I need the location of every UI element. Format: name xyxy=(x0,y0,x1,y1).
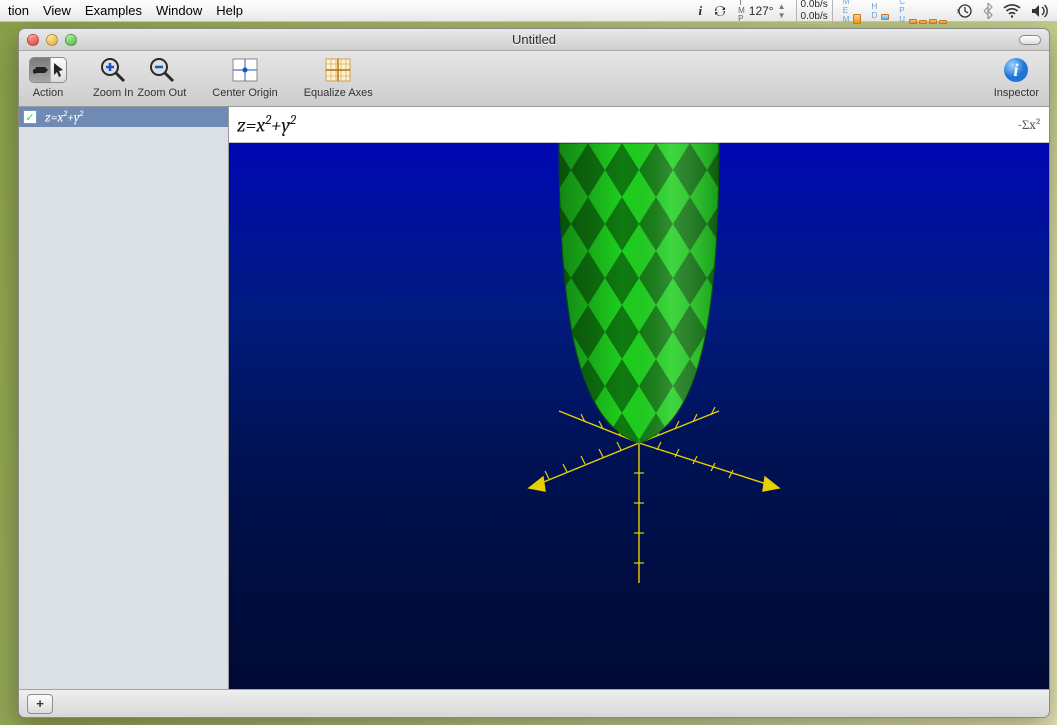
add-equation-button[interactable]: + xyxy=(27,694,53,714)
action-label: Action xyxy=(33,87,64,99)
menu-item[interactable]: Examples xyxy=(85,3,142,18)
zoom-out-label: Zoom Out xyxy=(137,87,186,99)
paraboloid-surface xyxy=(559,143,719,443)
window-title: Untitled xyxy=(19,32,1049,47)
menu-item[interactable]: tion xyxy=(8,3,29,18)
equation-list-item[interactable]: ✓ z=x2+y2 xyxy=(19,107,228,127)
system-menu-bar: tion View Examples Window Help i TMP 127… xyxy=(0,0,1057,22)
menu-item[interactable]: Help xyxy=(216,3,243,18)
inspector-icon: i xyxy=(997,55,1035,85)
bottom-bar: + xyxy=(19,689,1049,717)
toolbar: Action Zoom In Zoom Out Center Origin xyxy=(19,51,1049,107)
net-up: 0.0b/s xyxy=(801,0,828,11)
pointer-tool-icon[interactable] xyxy=(51,58,66,82)
formula-display[interactable]: z=x2+y2 xyxy=(237,113,296,137)
equation-formula: z=x2+y2 xyxy=(45,109,83,125)
equation-sidebar: ✓ z=x2+y2 xyxy=(19,107,229,689)
time-machine-icon[interactable] xyxy=(957,3,973,19)
equalize-axes-label: Equalize Axes xyxy=(304,87,373,99)
network-widget[interactable]: 0.0b/s 0.0b/s xyxy=(796,0,833,24)
cpu-widget[interactable]: CPU xyxy=(899,0,947,24)
equalize-axes-icon xyxy=(319,55,357,85)
zoom-out-icon xyxy=(143,55,181,85)
action-button[interactable]: Action xyxy=(29,55,67,99)
title-bar[interactable]: Untitled xyxy=(19,29,1049,51)
app-window: Untitled Action Zoom xyxy=(18,28,1050,718)
menu-items: tion View Examples Window Help xyxy=(8,3,243,18)
zoom-out-button[interactable]: Zoom Out xyxy=(137,55,186,99)
sigma-toggle-button[interactable]: -Σx² xyxy=(1018,117,1041,133)
sync-icon[interactable] xyxy=(712,3,728,19)
disk-widget[interactable]: HD xyxy=(871,2,889,20)
zoom-in-icon xyxy=(94,55,132,85)
volume-icon[interactable] xyxy=(1031,4,1049,18)
plot-viewer: z=x2+y2 -Σx² xyxy=(229,107,1049,689)
status-area: i TMP 127° ▲▼ 0.0b/s 0.0b/s MEM HD CPU xyxy=(698,0,1049,24)
wifi-icon[interactable] xyxy=(1003,4,1021,18)
inspector-label: Inspector xyxy=(994,87,1039,99)
plot-svg xyxy=(229,143,1049,683)
svg-text:i: i xyxy=(1014,60,1019,80)
equalize-axes-button[interactable]: Equalize Axes xyxy=(304,55,373,99)
center-origin-icon xyxy=(226,55,264,85)
menu-item[interactable]: Window xyxy=(156,3,202,18)
bluetooth-icon[interactable] xyxy=(983,3,993,19)
info-icon[interactable]: i xyxy=(698,3,702,19)
center-origin-button[interactable]: Center Origin xyxy=(212,55,277,99)
net-down: 0.0b/s xyxy=(801,11,828,23)
plot-canvas[interactable] xyxy=(229,143,1049,689)
temperature-value: 127° xyxy=(749,4,774,18)
hand-tool-icon[interactable] xyxy=(30,58,51,82)
equation-checkbox[interactable]: ✓ xyxy=(23,110,37,124)
zoom-in-button[interactable]: Zoom In xyxy=(93,55,133,99)
temperature-widget[interactable]: TMP 127° ▲▼ xyxy=(738,0,785,23)
zoom-in-label: Zoom In xyxy=(93,87,133,99)
menu-item[interactable]: View xyxy=(43,3,71,18)
center-origin-label: Center Origin xyxy=(212,87,277,99)
formula-bar: z=x2+y2 -Σx² xyxy=(229,107,1049,143)
inspector-button[interactable]: i Inspector xyxy=(994,55,1039,99)
content-area: ✓ z=x2+y2 z=x2+y2 -Σx² xyxy=(19,107,1049,689)
memory-widget[interactable]: MEM xyxy=(843,0,862,24)
